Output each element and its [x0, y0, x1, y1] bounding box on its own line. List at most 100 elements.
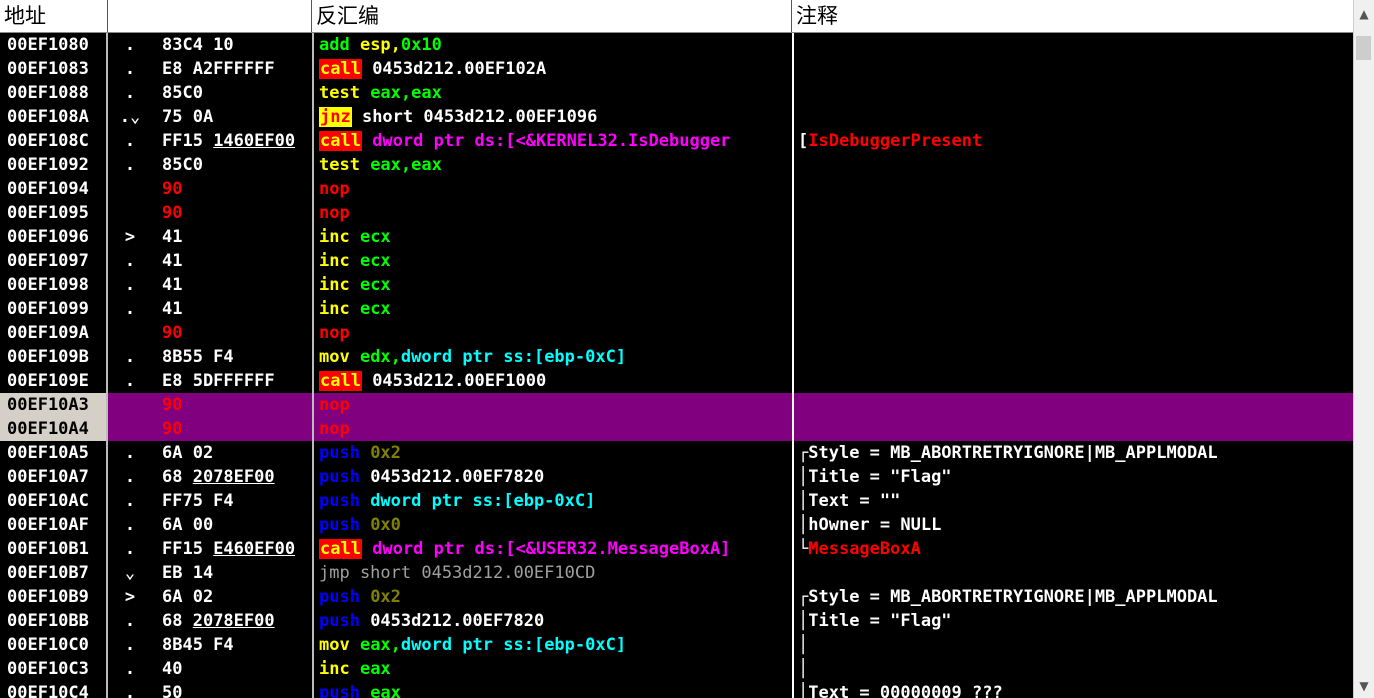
table-row[interactable]: 00EF108C. FF15 1460EF00 call dword ptr ds:… [0, 129, 1354, 153]
scroll-up-icon[interactable]: ▲ [1354, 4, 1374, 24]
header-disassembly[interactable]: 反汇编 [312, 0, 792, 32]
jump-marker: . [124, 371, 136, 391]
table-row[interactable]: 00EF1094 90 nop [0, 177, 1354, 201]
jump-marker: . [124, 251, 136, 271]
disasm-token: 0453d212.00EF7820 [370, 467, 545, 487]
disasm-cell: inc ecx [312, 249, 790, 273]
scroll-thumb[interactable] [1356, 36, 1371, 60]
jump-marker: > [124, 587, 136, 607]
comment-bracket: └ [798, 539, 809, 559]
disasm-token: jmp short 0453d212.00EF10CD [319, 563, 596, 583]
jump-marker: . [124, 443, 136, 463]
disasm-token: 0x10 [400, 35, 442, 55]
table-row[interactable]: 00EF109A 90 nop [0, 321, 1354, 345]
jump-marker: . [124, 659, 136, 679]
table-row[interactable]: 00EF1096 >41 inc ecx [0, 225, 1354, 249]
comment-text: Title = "Flag" [808, 467, 952, 487]
address-cell: 00EF108A [0, 105, 108, 129]
address-cell: 00EF1080 [0, 33, 108, 57]
table-row[interactable]: 00EF10AC. FF75 F4 push dword ptr ss:[ebp-0… [0, 489, 1354, 513]
disasm-cell: inc eax [312, 657, 790, 681]
jump-marker: .⌄ [119, 107, 141, 127]
table-row[interactable]: 00EF109E. E8 5DFFFFFF call 0453d212.00EF10… [0, 369, 1354, 393]
hex-cell: 90 [162, 417, 312, 441]
disassembly-list[interactable]: 00EF1080. 83C4 10 add esp,0x10 00EF1083. E8 … [0, 33, 1354, 698]
jump-marker [110, 393, 150, 417]
table-row[interactable]: 00EF10C4. 50 push eax │Text = 00000009 ??? [0, 681, 1354, 698]
comment-cell [792, 249, 1354, 273]
jump-marker: . [124, 491, 136, 511]
table-row[interactable]: 00EF10B1. FF15 E460EF00 call dword ptr ds:… [0, 537, 1354, 561]
disasm-token: 0x2 [370, 587, 401, 607]
table-row[interactable]: 00EF1083. E8 A2FFFFFF call 0453d212.00EF10… [0, 57, 1354, 81]
table-row[interactable]: 00EF10B7 ⌄ EB 14 jmp short 0453d212.00EF10C… [0, 561, 1354, 585]
table-row[interactable]: 00EF108A .⌄ 75 0A jnz short 0453d212.00EF10… [0, 105, 1354, 129]
comment-cell [792, 153, 1354, 177]
comment-cell [792, 561, 1354, 585]
jump-marker: ⌄ [124, 563, 136, 583]
address-cell: 00EF109E [0, 369, 108, 393]
table-row[interactable]: 00EF1095 90 nop [0, 201, 1354, 225]
disasm-token: ecx [359, 275, 391, 295]
hex-bytes: FF75 F4 [162, 491, 234, 511]
table-row[interactable]: 00EF1098. 41 inc ecx [0, 273, 1354, 297]
hex-bytes: 90 [162, 395, 183, 415]
vertical-scrollbar[interactable]: ▲ ▼ [1353, 0, 1374, 698]
comment-cell: [IsDebuggerPresent [792, 129, 1354, 153]
comment-cell: │hOwner = NULL [792, 513, 1354, 537]
jump-marker [110, 417, 150, 441]
address-cell: 00EF10B9 [0, 585, 108, 609]
table-row[interactable]: 00EF10C3. 40 inc eax │ [0, 657, 1354, 681]
table-row[interactable]: 00EF10C0. 8B45 F4 mov eax,dword ptr ss:[eb… [0, 633, 1354, 657]
table-row[interactable]: 00EF10AF. 6A 00 push 0x0 │hOwner = NULL [0, 513, 1354, 537]
comment-cell [792, 369, 1354, 393]
hex-bytes: 90 [162, 203, 183, 223]
disasm-token: inc [319, 659, 360, 679]
jump-marker: . [124, 83, 136, 103]
hex-bytes: 75 0A [162, 107, 214, 127]
jump-marker [110, 177, 150, 201]
header-hex-data[interactable]: HEX 数据 [108, 0, 312, 32]
table-row[interactable]: 00EF109B. 8B55 F4 mov edx,dword ptr ss:[eb… [0, 345, 1354, 369]
address-cell: 00EF10BB [0, 609, 108, 633]
hex-cell: 90 [162, 321, 312, 345]
disasm-token: ecx [359, 227, 391, 247]
comment-cell: │Title = "Flag" [792, 609, 1354, 633]
jump-marker: . [124, 35, 136, 55]
comment-cell [792, 345, 1354, 369]
hex-bytes: 41 [162, 251, 183, 271]
table-row[interactable]: 00EF1099. 41 inc ecx [0, 297, 1354, 321]
table-row[interactable]: 00EF10A7. 68 2078EF00 push 0453d212.00EF78… [0, 465, 1354, 489]
hex-cell: 68 2078EF00 [162, 465, 312, 489]
table-row[interactable]: 00EF10BB. 68 2078EF00 push 0453d212.00EF78… [0, 609, 1354, 633]
disasm-cell: push 0453d212.00EF7820 [312, 465, 790, 489]
table-row[interactable]: 00EF1080. 83C4 10 add esp,0x10 [0, 33, 1354, 57]
scroll-down-icon[interactable]: ▼ [1354, 676, 1374, 696]
header-address[interactable]: 地址 [0, 0, 108, 32]
header-comment[interactable]: 注释 [792, 0, 1354, 32]
comment-cell: │ [792, 633, 1354, 657]
comment-bracket: │ [798, 467, 809, 487]
disasm-cell: test eax,eax [312, 81, 790, 105]
hex-cell: 40 [162, 657, 312, 681]
table-row[interactable]: 00EF1088. 85C0 test eax,eax [0, 81, 1354, 105]
table-row[interactable]: 00EF10A5. 6A 02 push 0x2 ┌Style = MB_ABORTR… [0, 441, 1354, 465]
hex-bytes: 41 [162, 275, 183, 295]
jump-marker [110, 321, 150, 345]
table-row[interactable]: 00EF10B9 >6A 02 push 0x2 ┌Style = MB_ABORTR… [0, 585, 1354, 609]
table-row[interactable]: 00EF10A4 90 nop [0, 417, 1354, 441]
hex-cell: E8 5DFFFFFF [162, 369, 312, 393]
table-row[interactable]: 00EF10A3 90 nop [0, 393, 1354, 417]
comment-text: Style = MB_ABORTRETRYIGNORE|MB_APPLMODAL [808, 587, 1218, 607]
disasm-token: inc [319, 227, 360, 247]
hex-bytes: 68 [162, 467, 193, 487]
hex-bytes: FF15 [162, 539, 214, 559]
comment-cell [792, 177, 1354, 201]
hex-cell: 6A 00 [162, 513, 312, 537]
table-row[interactable]: 00EF1097. 41 inc ecx [0, 249, 1354, 273]
comment-bracket: ┌ [798, 587, 809, 607]
disasm-cell: nop [312, 321, 790, 345]
jump-marker: . [124, 683, 136, 698]
disasm-cell: nop [312, 177, 790, 201]
table-row[interactable]: 00EF1092. 85C0 test eax,eax [0, 153, 1354, 177]
